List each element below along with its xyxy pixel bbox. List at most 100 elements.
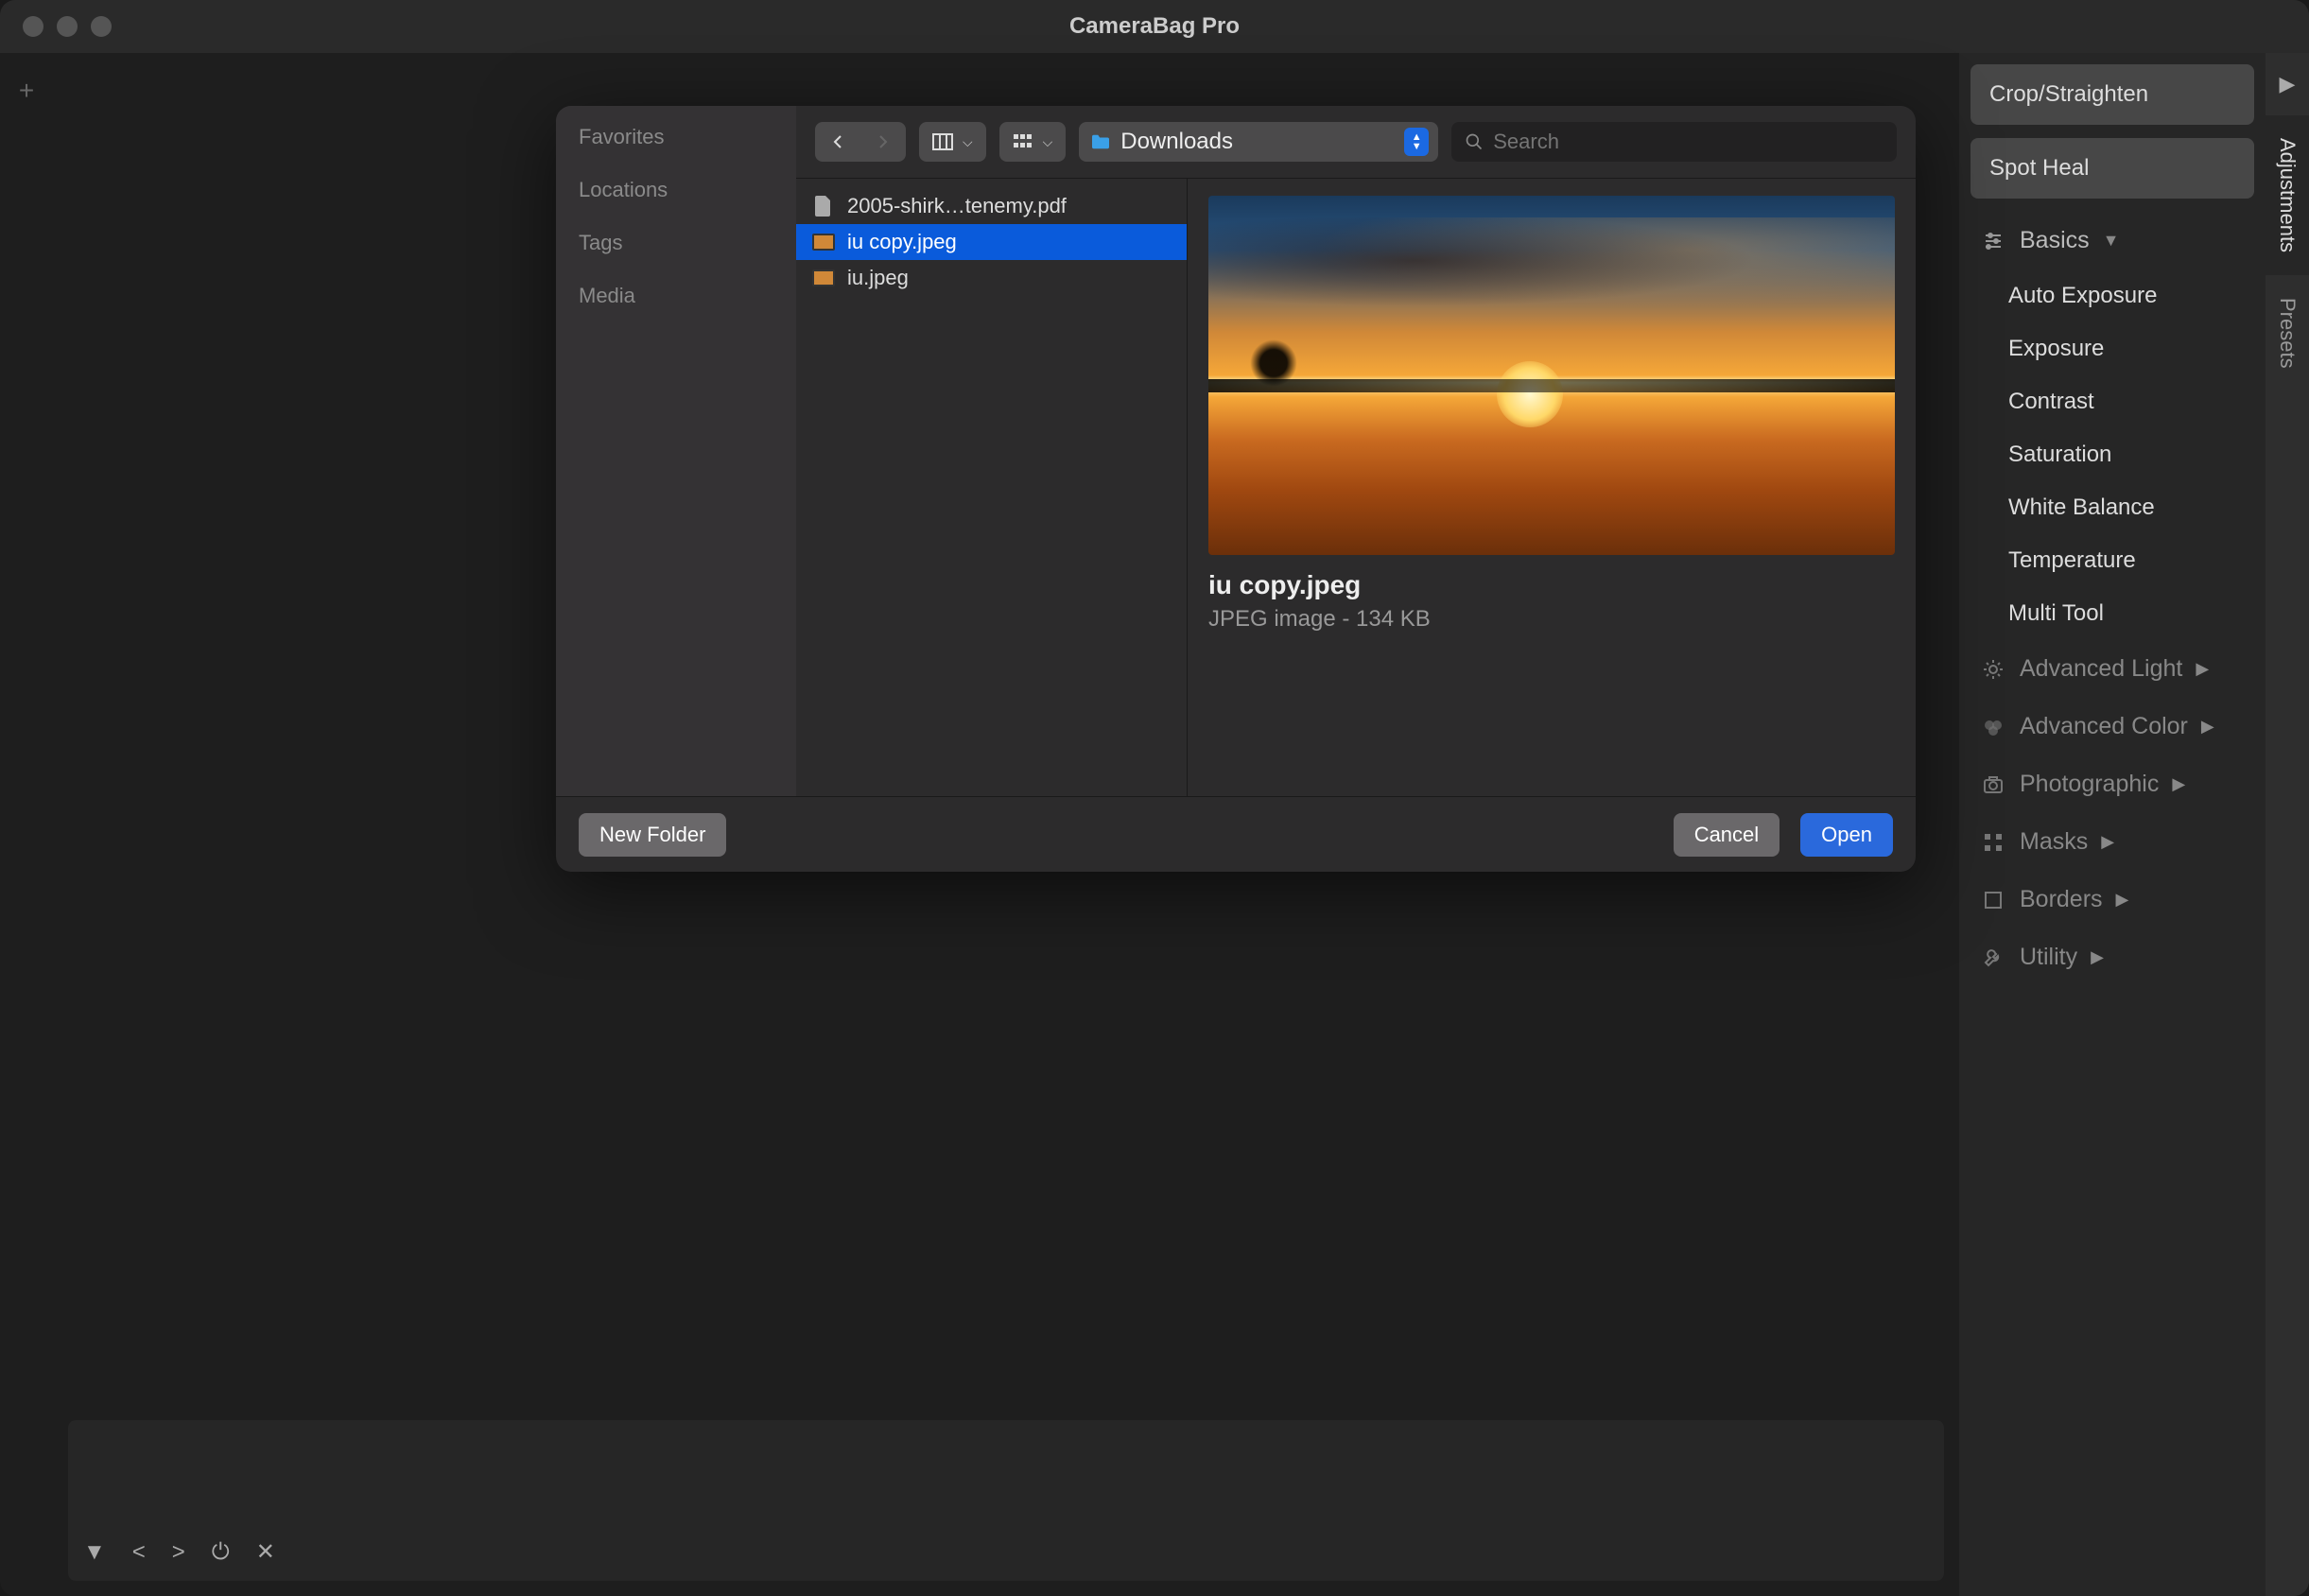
section-label: Photographic	[2020, 771, 2159, 798]
basics-label: Basics	[2020, 227, 2090, 254]
cancel-button[interactable]: Cancel	[1674, 813, 1779, 857]
traffic-lights	[0, 16, 112, 37]
tab-adjustments[interactable]: Adjustments	[2266, 115, 2309, 275]
group-view-button[interactable]: ⌵	[999, 122, 1067, 162]
app-title: CameraBag Pro	[1069, 13, 1240, 40]
back-button[interactable]	[815, 122, 860, 162]
titlebar: CameraBag Pro	[0, 0, 2309, 53]
chevron-right-icon: ▶	[2116, 890, 2129, 910]
file-list: 2005-shirk…tenemy.pdf iu copy.jpeg iu.jp…	[796, 179, 1188, 796]
new-folder-button[interactable]: New Folder	[579, 813, 726, 857]
file-row[interactable]: iu copy.jpeg	[796, 224, 1187, 260]
chevron-right-icon: ▶	[2101, 832, 2114, 852]
document-icon	[811, 197, 836, 216]
chevron-down-icon: ⌵	[1043, 134, 1053, 150]
dialog-toolbar: ⌵ ⌵ Downloads ▲▼	[796, 106, 1916, 178]
sliders-icon	[1980, 228, 2006, 254]
timeline-strip: ▼ < > ⏻ ✕	[68, 1420, 1944, 1581]
tab-presets[interactable]: Presets	[2266, 275, 2309, 391]
crop-straighten-button[interactable]: Crop/Straighten	[1970, 64, 2254, 125]
photographic-section[interactable]: Photographic ▶	[1970, 755, 2254, 813]
section-label: Advanced Color	[2020, 713, 2188, 740]
section-label: Borders	[2020, 886, 2103, 913]
minimize-window-button[interactable]	[57, 16, 78, 37]
advanced-color-section[interactable]: Advanced Color ▶	[1970, 698, 2254, 755]
basics-item-multi-tool[interactable]: Multi Tool	[1970, 587, 2254, 640]
search-icon	[1465, 132, 1484, 151]
basics-item-white-balance[interactable]: White Balance	[1970, 481, 2254, 534]
spot-heal-button[interactable]: Spot Heal	[1970, 138, 2254, 199]
sidebar-favorites[interactable]: Favorites	[579, 125, 773, 149]
dialog-sidebar: Favorites Locations Tags Media	[556, 106, 796, 796]
next-button[interactable]: >	[172, 1539, 185, 1566]
app-window: CameraBag Pro + PHOTO / VIDEO ▼ < > ⏻ ✕ …	[0, 0, 2309, 1596]
masks-icon	[1980, 829, 2006, 856]
search-input[interactable]	[1493, 130, 1884, 154]
forward-button[interactable]	[860, 122, 906, 162]
camera-icon	[1980, 772, 2006, 798]
preview-meta: JPEG image - 134 KB	[1208, 606, 1895, 633]
folder-icon	[1090, 133, 1111, 150]
masks-section[interactable]: Masks ▶	[1970, 813, 2254, 871]
dialog-body: Favorites Locations Tags Media ⌵	[556, 106, 1916, 796]
chevron-right-icon: ▶	[2091, 947, 2104, 967]
chevron-right-icon: ▶	[2172, 774, 2185, 794]
preview-pane: iu copy.jpeg JPEG image - 134 KB	[1188, 179, 1916, 796]
main-content: + PHOTO / VIDEO ▼ < > ⏻ ✕ Crop/Straighte…	[0, 53, 2309, 1596]
image-icon	[811, 269, 836, 287]
basics-item-temperature[interactable]: Temperature	[1970, 534, 2254, 587]
dialog-columns: 2005-shirk…tenemy.pdf iu copy.jpeg iu.jp…	[796, 178, 1916, 796]
panel-content: Crop/Straighten Spot Heal Basics ▼ Auto …	[1959, 53, 2266, 1596]
file-name: 2005-shirk…tenemy.pdf	[847, 194, 1067, 218]
section-label: Utility	[2020, 944, 2077, 971]
file-row[interactable]: 2005-shirk…tenemy.pdf	[796, 188, 1187, 224]
bottom-controls: ▼ < > ⏻ ✕	[83, 1538, 275, 1566]
open-button[interactable]: Open	[1800, 813, 1893, 857]
section-label: Advanced Light	[2020, 655, 2182, 683]
file-name: iu.jpeg	[847, 266, 909, 290]
disclosure-toggle[interactable]: ▼	[83, 1539, 106, 1566]
color-icon	[1980, 714, 2006, 740]
basics-item-exposure[interactable]: Exposure	[1970, 322, 2254, 375]
prev-button[interactable]: <	[132, 1539, 146, 1566]
wrench-icon	[1980, 945, 2006, 971]
light-icon	[1980, 656, 2006, 683]
preview-image	[1208, 196, 1895, 555]
basics-item-auto-exposure[interactable]: Auto Exposure	[1970, 269, 2254, 322]
utility-section[interactable]: Utility ▶	[1970, 928, 2254, 986]
file-name: iu copy.jpeg	[847, 230, 957, 254]
basics-item-saturation[interactable]: Saturation	[1970, 428, 2254, 481]
advanced-light-section[interactable]: Advanced Light ▶	[1970, 640, 2254, 698]
sidebar-media[interactable]: Media	[579, 284, 773, 308]
chevron-down-icon: ▼	[2103, 231, 2120, 251]
search-box[interactable]	[1451, 122, 1897, 162]
file-open-dialog: Favorites Locations Tags Media ⌵	[556, 106, 1916, 872]
borders-section[interactable]: Borders ▶	[1970, 871, 2254, 928]
power-button[interactable]: ⏻	[212, 1539, 230, 1566]
zoom-window-button[interactable]	[91, 16, 112, 37]
borders-icon	[1980, 887, 2006, 913]
chevron-right-icon: ▶	[2201, 717, 2214, 737]
collapse-panel-button[interactable]: ▶	[2266, 53, 2309, 115]
left-toolbar: +	[0, 53, 53, 1596]
close-window-button[interactable]	[23, 16, 43, 37]
nav-buttons	[815, 122, 906, 162]
basics-section-header[interactable]: Basics ▼	[1970, 212, 2254, 269]
file-row[interactable]: iu.jpeg	[796, 260, 1187, 296]
close-button[interactable]: ✕	[256, 1538, 275, 1566]
sidebar-locations[interactable]: Locations	[579, 178, 773, 202]
dialog-main: ⌵ ⌵ Downloads ▲▼	[796, 106, 1916, 796]
chevron-right-icon: ▶	[2196, 659, 2209, 679]
image-icon	[811, 233, 836, 252]
dialog-footer: New Folder Cancel Open	[556, 796, 1916, 872]
updown-icon: ▲▼	[1404, 128, 1429, 156]
location-select[interactable]: Downloads ▲▼	[1079, 122, 1438, 162]
chevron-down-icon: ⌵	[963, 134, 973, 150]
sidebar-tags[interactable]: Tags	[579, 231, 773, 255]
location-label: Downloads	[1120, 129, 1233, 155]
add-button[interactable]: +	[0, 76, 53, 106]
preview-filename: iu copy.jpeg	[1208, 570, 1895, 600]
section-label: Masks	[2020, 828, 2088, 856]
column-view-button[interactable]: ⌵	[919, 122, 986, 162]
basics-item-contrast[interactable]: Contrast	[1970, 375, 2254, 428]
